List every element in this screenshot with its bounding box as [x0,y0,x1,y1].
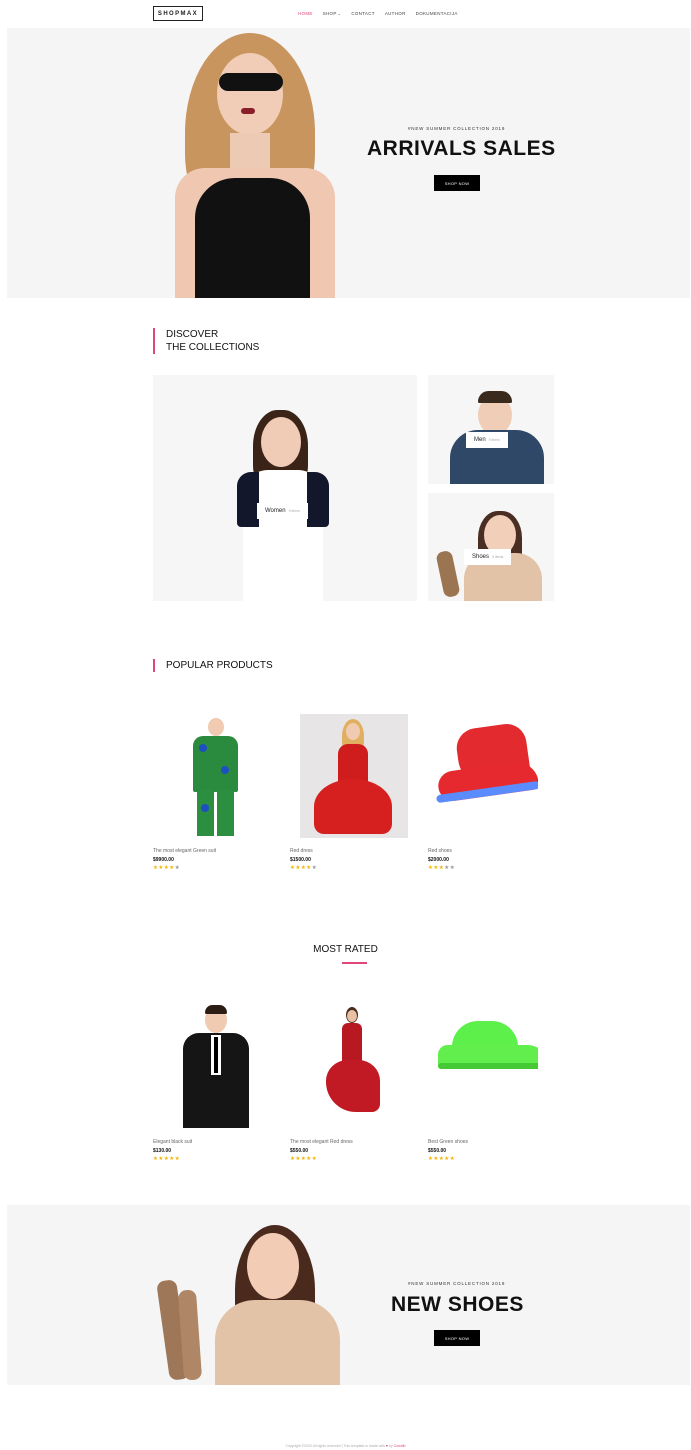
nav-shop[interactable]: SHOP⌄ [323,11,342,16]
collection-women-count: 9 items [288,509,300,513]
product-card[interactable]: Red dress $1500.00 ★★★★★ [290,714,408,871]
nav-author[interactable]: AUTHOR [385,11,406,16]
footer-author-link[interactable]: Colorlib [394,1444,406,1448]
product-rating: ★★★★★ [428,865,538,871]
collection-men-label: Men 9 items [466,432,508,448]
product-price: $1500.00 [290,857,311,863]
star-icon: ★★★★ [153,865,175,871]
new-shoes-banner: #New Summer Collection 2019 NEW SHOES SH… [7,1205,690,1385]
collection-shoes-count: 9 items [492,555,504,559]
shoe-held-image [435,549,461,599]
product-image[interactable] [428,1005,538,1129]
hero-kicker: #New Summer Collection 2019 [408,126,506,131]
hero-banner: #New Summer Collection 2019 ARRIVALS SAL… [7,28,690,298]
product-price: $550.00 [428,1148,447,1154]
collection-shoes[interactable]: Shoes 9 items [428,493,554,601]
hero-model-image [155,28,355,298]
product-card[interactable]: Red shoes $2000.00 ★★★★★ [428,714,538,871]
product-image[interactable] [153,714,263,838]
most-rated-heading: MOST RATED [313,944,378,955]
product-name[interactable]: Elegant black suit [153,1139,263,1145]
star-icon: ★★★★★ [428,1156,456,1162]
hero-shop-now-button[interactable]: SHOP NOW [434,175,480,191]
star-icon: ★★★★ [290,865,312,871]
product-image[interactable] [428,714,538,838]
chevron-down-icon: ⌄ [337,11,342,16]
product-card[interactable]: The most elegant Green suit $9900.00 ★★★… [153,714,263,871]
product-image[interactable] [153,1005,263,1129]
nav-home[interactable]: HOME [298,11,313,16]
collections-heading: DISCOVER THE COLLECTIONS [153,328,259,354]
product-rating: ★★★★★ [428,1156,538,1162]
star-empty-icon: ★★ [444,865,456,871]
collection-women[interactable]: Women 9 items [153,375,417,601]
product-rating: ★★★★★ [153,1156,263,1162]
footer-copyright: Copyright ©2020 All rights reserved | Th… [0,1444,691,1448]
product-card[interactable]: Elegant black suit $130.00 ★★★★★ [153,1005,263,1162]
hero-title: ARRIVALS SALES [367,137,556,160]
heart-icon: ♥ [385,1444,388,1448]
banner-kicker: #New Summer Collection 2019 [408,1281,506,1286]
star-icon: ★★★★★ [290,1156,318,1162]
nav-contact[interactable]: CONTACT [351,11,375,16]
collection-women-label: Women 9 items [257,503,308,519]
collections-heading-line1: DISCOVER [166,329,219,340]
collection-women-title: Women [265,508,286,514]
product-rating: ★★★★★ [290,1156,400,1162]
product-name[interactable]: The most elegant Red dress [290,1139,400,1145]
product-price: $550.00 [290,1148,309,1154]
product-price: $2000.00 [428,857,449,863]
product-rating: ★★★★★ [290,865,400,871]
product-price: $130.00 [153,1148,172,1154]
star-empty-icon: ★ [311,865,318,871]
top-nav: SHOPMAX HOME SHOP⌄ CONTACT AUTHOR DOKUME… [0,0,691,27]
main-menu: HOME SHOP⌄ CONTACT AUTHOR DOKUMENTACIJA [298,11,458,16]
popular-heading: POPULAR PRODUCTS [153,659,273,672]
collection-men[interactable]: Men 9 items [428,375,554,484]
heading-underline [342,962,367,964]
star-icon: ★★★★★ [153,1156,181,1162]
banner-shop-now-button[interactable]: SHOP NOW [434,1330,480,1346]
collection-shoes-label: Shoes 9 items [464,549,512,565]
collection-men-title: Men [474,437,486,443]
product-price: $9900.00 [153,857,174,863]
collection-men-count: 9 items [488,438,500,442]
footer-text: Copyright ©2020 All rights reserved | Th… [285,1444,385,1448]
nav-shop-label: SHOP [322,11,337,16]
brand-logo[interactable]: SHOPMAX [153,6,203,21]
product-card[interactable]: Best Green shoes $550.00 ★★★★★ [428,1005,538,1162]
product-name[interactable]: Red dress [290,848,400,854]
footer-by: by [388,1444,393,1448]
collection-shoes-title: Shoes [472,554,490,560]
product-name[interactable]: Red shoes [428,848,538,854]
nav-docs[interactable]: DOKUMENTACIJA [416,11,458,16]
banner-title: NEW SHOES [391,1293,524,1316]
product-card[interactable]: The most elegant Red dress $550.00 ★★★★★ [290,1005,400,1162]
product-image[interactable] [300,714,408,838]
product-image[interactable] [290,1005,400,1129]
banner-model-image [155,1205,355,1385]
product-name[interactable]: Best Green shoes [428,1139,538,1145]
product-name[interactable]: The most elegant Green suit [153,848,263,854]
women-model-face [261,417,301,467]
star-icon: ★★★ [428,865,445,871]
collections-heading-line2: THE COLLECTIONS [166,342,260,353]
product-rating: ★★★★★ [153,865,263,871]
star-empty-icon: ★ [174,865,181,871]
